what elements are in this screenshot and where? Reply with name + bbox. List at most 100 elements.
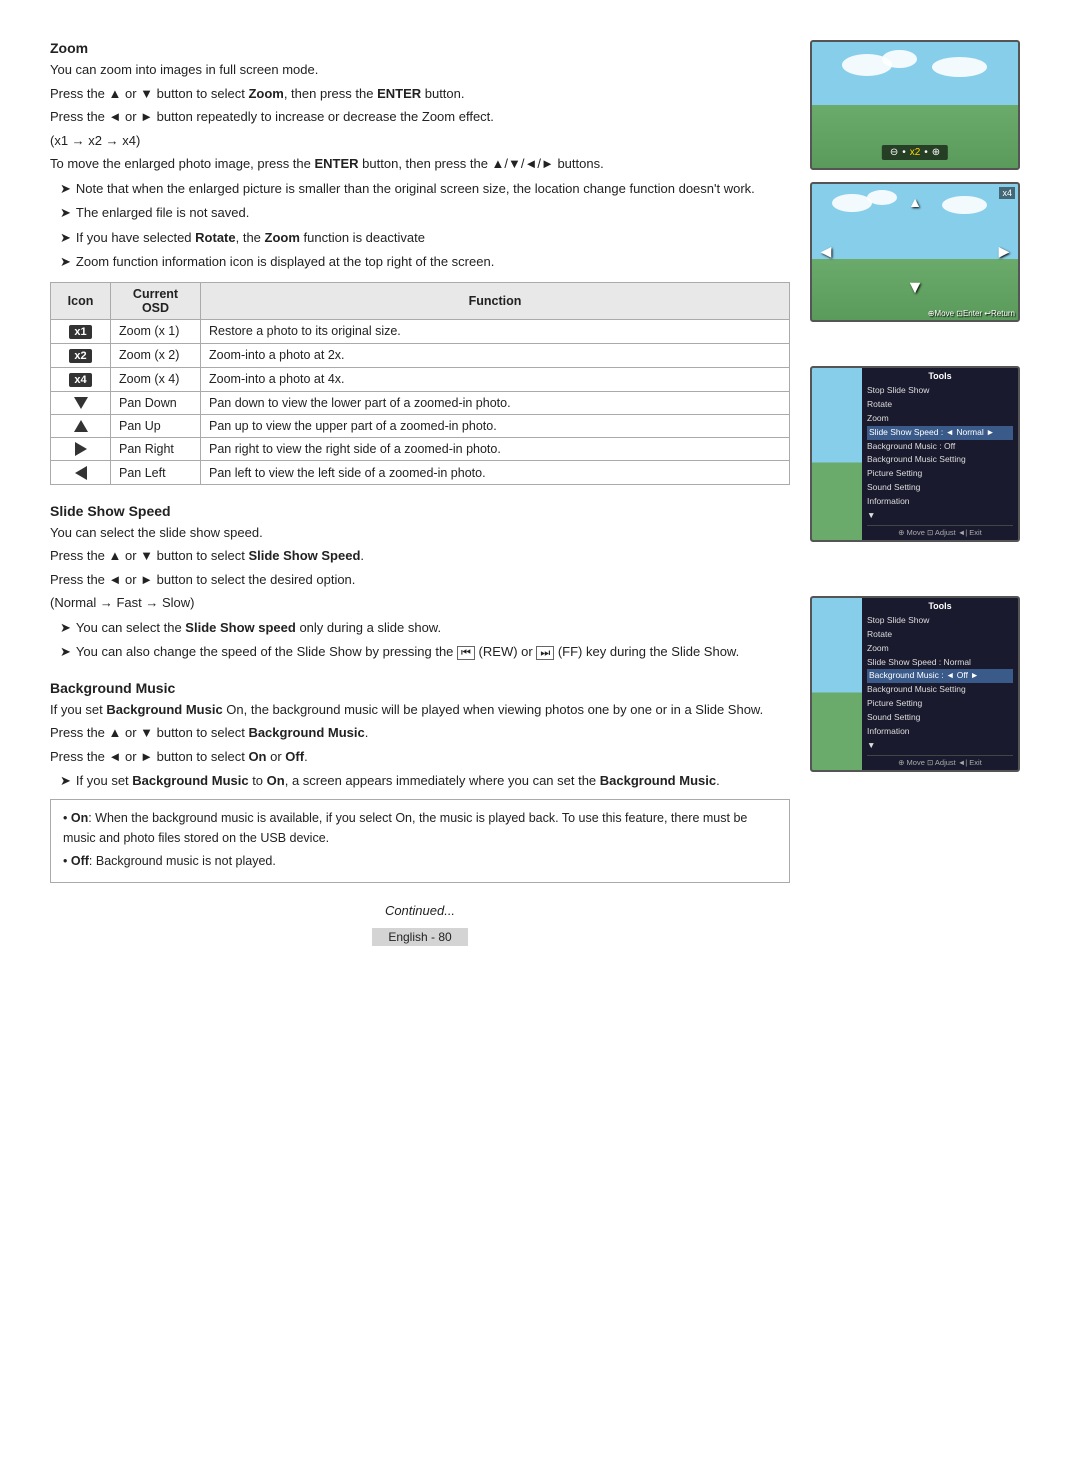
page-container: Zoom You can zoom into images in full sc… (50, 40, 1030, 946)
table-cell-function: Restore a photo to its original size. (201, 319, 790, 343)
tools-thumbnail-1 (812, 368, 862, 540)
zoom-table: Icon Current OSD Function x1 Zoom (x 1) … (50, 282, 790, 485)
tools-item-rotate: Rotate (867, 628, 1013, 642)
tools-title-1: Tools (867, 371, 1013, 381)
continued-text: Continued... (50, 903, 790, 918)
cloud-decoration (942, 196, 987, 214)
table-cell-icon (51, 437, 111, 461)
tools-thumbnail-2 (812, 598, 862, 770)
table-cell-function: Pan down to view the lower part of a zoo… (201, 391, 790, 414)
table-row: Pan Left Pan left to view the left side … (51, 461, 790, 485)
bg-music-para-1: If you set Background Music On, the back… (50, 700, 790, 720)
down-arrow-nav: ▼ (906, 277, 924, 298)
table-cell-icon (51, 391, 111, 414)
table-header-function: Function (201, 282, 790, 319)
zoom-para-2: Press the ▲ or ▼ button to select Zoom, … (50, 84, 790, 104)
cloud-decoration (832, 194, 872, 212)
info-bullet-2: • Off: Background music is not played. (63, 851, 777, 871)
table-cell-icon (51, 461, 111, 485)
tools-item-sound: Sound Setting (867, 711, 1013, 725)
tools-item-bgmusic: Background Music : Off (867, 440, 1013, 454)
tools-item-picture: Picture Setting (867, 697, 1013, 711)
tools-panel-1: Tools Stop Slide Show Rotate Zoom Slide … (810, 366, 1020, 542)
tools-item-bgmusic-setting: Background Music Setting (867, 453, 1013, 467)
table-cell-osd: Pan Right (111, 437, 201, 461)
zoom-bar: ⊖ • x2 • ⊕ (882, 145, 948, 160)
tools-item-more: ▼ (867, 739, 1013, 753)
zoom-para-5: To move the enlarged photo image, press … (50, 154, 790, 174)
zoom-bar-text: ⊖ (890, 147, 898, 158)
zoom-dot: • (902, 147, 906, 158)
note-arrow-icon: ➤ (60, 252, 71, 272)
tools-footer-2: ⊕ Move ⊡ Adjust ◄| Exit (867, 755, 1013, 767)
x4-icon: x4 (69, 373, 91, 387)
slide-show-para-2: Press the ▲ or ▼ button to select Slide … (50, 546, 790, 566)
up-arrow-nav: ▲ (908, 194, 922, 210)
table-cell-function: Pan up to view the upper part of a zoome… (201, 414, 790, 437)
tools-panel-content-2: Tools Stop Slide Show Rotate Zoom Slide … (862, 598, 1018, 770)
slide-show-note-2: ➤ You can also change the speed of the S… (60, 642, 790, 662)
zoom-para-4: (x1 → x2 → x4) (50, 131, 790, 151)
cloud-decoration (882, 50, 917, 68)
x4-badge: x4 (999, 187, 1015, 199)
zoom-screen-1: ⊖ • x2 • ⊕ (810, 40, 1020, 170)
bg-music-para-3: Press the ◄ or ► button to select On or … (50, 747, 790, 767)
pan-left-icon (75, 466, 87, 480)
table-cell-osd: Pan Left (111, 461, 201, 485)
tools-item-zoom: Zoom (867, 642, 1013, 656)
note-arrow-icon: ➤ (60, 771, 71, 791)
slide-show-para-1: You can select the slide show speed. (50, 523, 790, 543)
tools-item-rotate: Rotate (867, 398, 1013, 412)
tools-panel-content-1: Tools Stop Slide Show Rotate Zoom Slide … (862, 368, 1018, 540)
tools-title-2: Tools (867, 601, 1013, 611)
tools-item-bgmusic: Background Music : ◄ Off ► (867, 669, 1013, 683)
left-arrow-nav: ◄ (817, 242, 835, 263)
spacer2 (810, 554, 1030, 584)
table-cell-icon: x2 (51, 343, 111, 367)
slide-show-para-3: Press the ◄ or ► button to select the de… (50, 570, 790, 590)
note-arrow-icon: ➤ (60, 642, 71, 662)
cloud-decoration (867, 190, 897, 205)
tools-item-info: Information (867, 495, 1013, 509)
slide-show-para-4: (Normal → Fast → Slow) (50, 593, 790, 613)
table-cell-osd: Pan Down (111, 391, 201, 414)
info-bullet-1: • On: When the background music is avail… (63, 808, 777, 848)
table-header-icon: Icon (51, 282, 111, 319)
tools-item-picture: Picture Setting (867, 467, 1013, 481)
table-cell-osd: Zoom (x 4) (111, 367, 201, 391)
bg-music-info-box: • On: When the background music is avail… (50, 799, 790, 883)
tools-item-info: Information (867, 725, 1013, 739)
note-arrow-icon: ➤ (60, 618, 71, 638)
table-row: x2 Zoom (x 2) Zoom-into a photo at 2x. (51, 343, 790, 367)
tools-item-stop: Stop Slide Show (867, 614, 1013, 628)
table-cell-osd: Zoom (x 2) (111, 343, 201, 367)
table-row: Pan Down Pan down to view the lower part… (51, 391, 790, 414)
bg-music-note-1: ➤ If you set Background Music to On, a s… (60, 771, 790, 791)
table-cell-icon (51, 414, 111, 437)
tools-panel-2: Tools Stop Slide Show Rotate Zoom Slide … (810, 596, 1020, 772)
zoom-note-4: ➤ Zoom function information icon is disp… (60, 252, 790, 272)
x2-icon: x2 (69, 349, 91, 363)
table-cell-osd: Pan Up (111, 414, 201, 437)
tools-item-sound: Sound Setting (867, 481, 1013, 495)
spacer (810, 334, 1030, 354)
zoom-para-1: You can zoom into images in full screen … (50, 60, 790, 80)
table-cell-osd: Zoom (x 1) (111, 319, 201, 343)
note-arrow-icon: ➤ (60, 228, 71, 248)
bg-music-para-2: Press the ▲ or ▼ button to select Backgr… (50, 723, 790, 743)
cloud-decoration (932, 57, 987, 77)
table-cell-function: Pan right to view the right side of a zo… (201, 437, 790, 461)
note-arrow-icon: ➤ (60, 203, 71, 223)
table-cell-icon: x4 (51, 367, 111, 391)
pan-down-icon (74, 397, 88, 409)
zoom-level: x2 (910, 147, 921, 158)
tools-item-zoom: Zoom (867, 412, 1013, 426)
table-cell-icon: x1 (51, 319, 111, 343)
right-column: ⊖ • x2 • ⊕ ▲ ◄ ► ▼ x4 ⊕Move ⊡Enter ↩Retu… (810, 40, 1030, 946)
table-row: x1 Zoom (x 1) Restore a photo to its ori… (51, 319, 790, 343)
tools-item-speed: Slide Show Speed : ◄ Normal ► (867, 426, 1013, 440)
table-row: Pan Right Pan right to view the right si… (51, 437, 790, 461)
pan-right-icon (75, 442, 87, 456)
bg-music-title: Background Music (50, 680, 790, 696)
page-number: English - 80 (372, 928, 467, 946)
